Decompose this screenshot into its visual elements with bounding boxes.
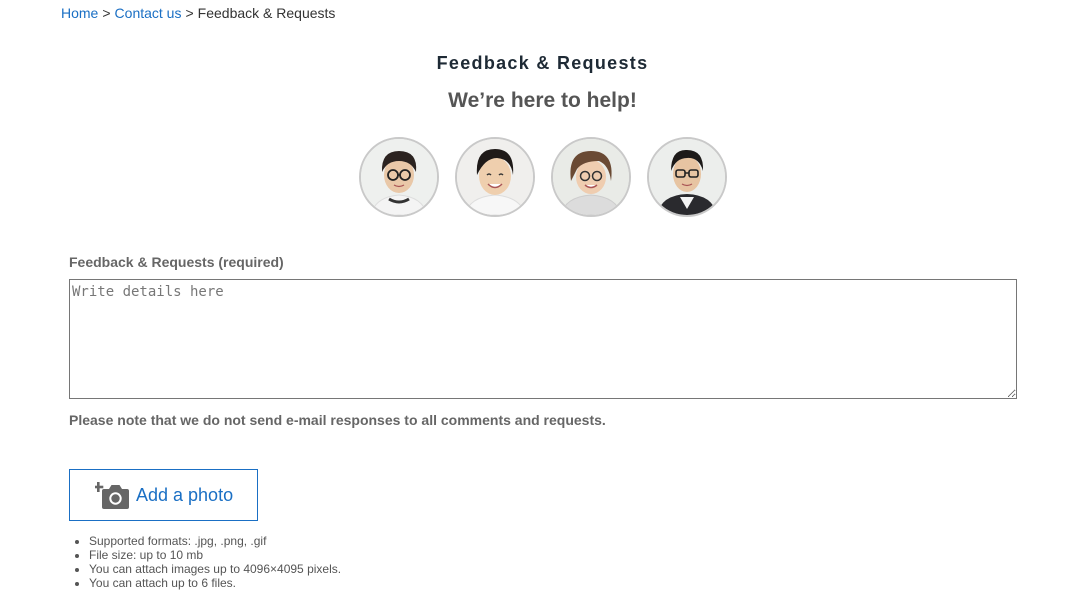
breadcrumb-separator: > bbox=[185, 5, 194, 21]
list-item: You can attach images up to 4096×4095 pi… bbox=[89, 562, 341, 576]
avatar bbox=[455, 137, 535, 217]
staff-avatars bbox=[359, 137, 743, 217]
breadcrumb-contact-link[interactable]: Contact us bbox=[115, 5, 182, 21]
page-subtitle: We’re here to help! bbox=[448, 89, 637, 112]
breadcrumb: Home > Contact us > Feedback & Requests bbox=[61, 5, 335, 21]
feedback-textarea[interactable] bbox=[69, 279, 1017, 399]
list-item: File size: up to 10 mb bbox=[89, 548, 341, 562]
avatar bbox=[359, 137, 439, 217]
breadcrumb-separator: > bbox=[102, 5, 111, 21]
breadcrumb-current: Feedback & Requests bbox=[197, 5, 336, 21]
page-title: Feedback & Requests bbox=[436, 53, 649, 73]
breadcrumb-home-link[interactable]: Home bbox=[61, 5, 98, 21]
add-photo-label: Add a photo bbox=[136, 485, 234, 505]
avatar bbox=[551, 137, 631, 217]
email-response-note: Please note that we do not send e-mail r… bbox=[69, 412, 606, 428]
add-photo-button[interactable]: Add a photo bbox=[69, 469, 258, 521]
avatar bbox=[647, 137, 727, 217]
upload-requirements-list: Supported formats: .jpg, .png, .gif File… bbox=[70, 534, 341, 590]
add-camera-icon bbox=[93, 479, 131, 516]
feedback-textarea-wrapper bbox=[69, 279, 1017, 399]
list-item: Supported formats: .jpg, .png, .gif bbox=[89, 534, 341, 548]
list-item: You can attach up to 6 files. bbox=[89, 576, 341, 590]
feedback-field-label: Feedback & Requests (required) bbox=[69, 254, 284, 270]
